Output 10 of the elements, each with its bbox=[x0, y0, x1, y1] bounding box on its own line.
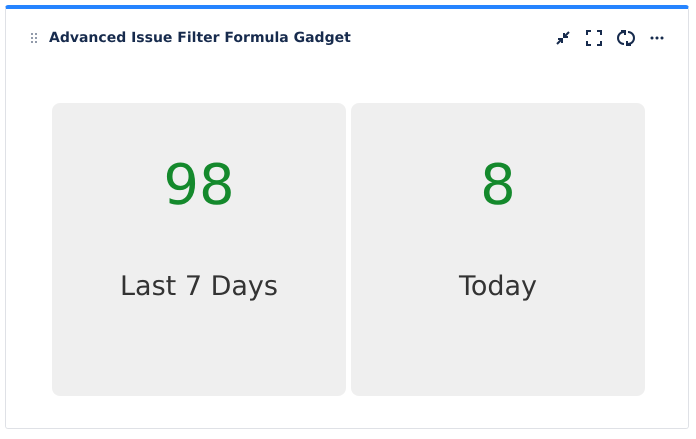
stat-label: Last 7 Days bbox=[120, 271, 278, 302]
fullscreen-icon[interactable] bbox=[586, 30, 602, 46]
drag-handle-icon[interactable] bbox=[31, 33, 37, 43]
stat-label: Today bbox=[458, 271, 538, 302]
stat-value: 98 bbox=[163, 152, 235, 220]
minimize-icon[interactable] bbox=[555, 30, 571, 46]
refresh-icon[interactable] bbox=[617, 29, 635, 47]
more-icon[interactable] bbox=[650, 36, 664, 40]
stat-value: 8 bbox=[480, 152, 516, 220]
gadget-title: Advanced Issue Filter Formula Gadget bbox=[49, 30, 352, 46]
